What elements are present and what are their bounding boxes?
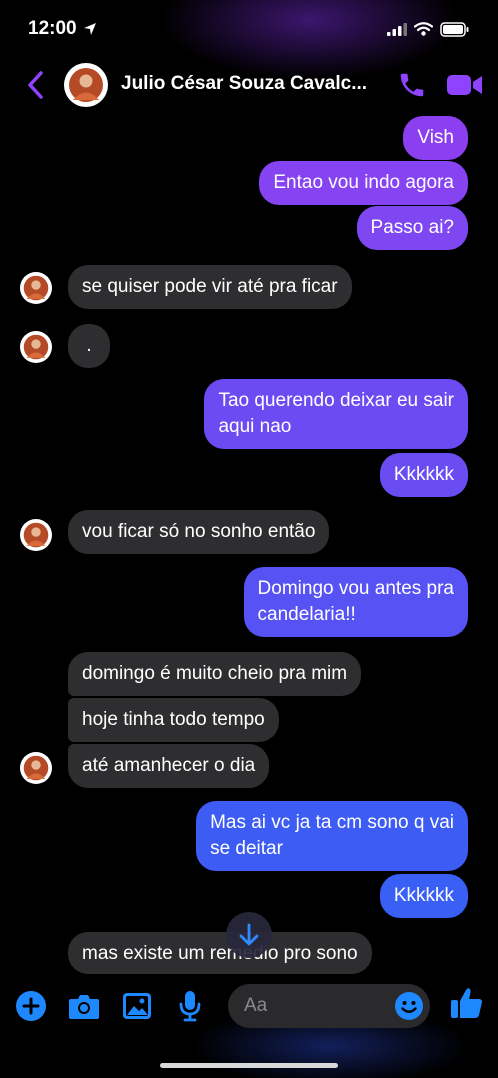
contact-avatar[interactable] [64, 63, 108, 107]
message-incoming[interactable]: se quiser pode vir até pra ficar [68, 265, 352, 309]
status-time: 12:00 [28, 18, 97, 40]
smiley-icon [395, 992, 423, 1020]
like-button[interactable] [450, 986, 484, 1020]
contact-avatar-small[interactable] [20, 519, 52, 551]
image-icon [123, 993, 151, 1019]
camera-icon [69, 995, 99, 1019]
avatar-photo-icon [23, 522, 49, 548]
message-line: se deitar [210, 838, 283, 859]
camera-button[interactable] [67, 989, 101, 1023]
message-incoming[interactable]: . [68, 324, 110, 368]
location-arrow-icon [83, 23, 96, 35]
composer-bar [0, 976, 498, 1078]
cellular-signal-icon [387, 22, 407, 36]
voice-call-button[interactable] [395, 68, 429, 102]
battery-icon [440, 21, 469, 37]
message-incoming[interactable]: hoje tinha todo tempo [68, 698, 279, 742]
contact-avatar-small[interactable] [20, 331, 52, 363]
more-actions-button[interactable] [14, 989, 48, 1023]
arrow-down-icon [239, 923, 259, 946]
message-outgoing[interactable]: Passo ai? [356, 206, 468, 250]
avatar-photo-icon [23, 275, 49, 301]
message-outgoing[interactable]: Tao querendo deixar eu sair aqui nao [204, 379, 468, 449]
message-line: Tao querendo deixar eu sair [218, 390, 454, 411]
back-button[interactable] [20, 68, 50, 102]
avatar-photo-icon [23, 755, 49, 781]
gallery-button[interactable] [120, 989, 154, 1023]
message-outgoing[interactable]: Mas ai vc ja ta cm sono q vai se deitar [196, 801, 468, 871]
message-outgoing[interactable]: Entao vou indo agora [259, 161, 468, 205]
conversation-header: Julio César Souza Cavalc... [0, 58, 498, 112]
thumbs-up-icon [451, 988, 482, 1018]
message-incoming[interactable]: até amanhecer o dia [68, 744, 270, 788]
message-outgoing[interactable]: Domingo vou antes pra candelaria!! [243, 567, 468, 637]
avatar-photo-icon [69, 68, 103, 102]
contact-name[interactable]: Julio César Souza Cavalc... [121, 73, 367, 95]
message-incoming[interactable]: domingo é muito cheio pra mim [68, 652, 362, 696]
time-text: 12:00 [28, 18, 77, 39]
message-outgoing[interactable]: Kkkkkk [379, 453, 468, 497]
contact-avatar-small[interactable] [20, 272, 52, 304]
wifi-icon [414, 22, 433, 36]
status-icons [387, 21, 470, 37]
contact-avatar-small[interactable] [20, 752, 52, 784]
message-outgoing[interactable]: Vish [403, 116, 468, 160]
microphone-icon [179, 991, 201, 1022]
scroll-to-bottom-button[interactable] [226, 912, 272, 958]
plus-circle-icon [16, 991, 46, 1021]
avatar-photo-icon [23, 334, 49, 360]
message-outgoing[interactable]: Kkkkkk [379, 874, 468, 918]
message-line: aqui nao [218, 416, 292, 437]
video-camera-icon [447, 75, 482, 95]
voice-message-button[interactable] [173, 989, 207, 1023]
chevron-left-icon [28, 71, 43, 99]
message-incoming[interactable]: mas existe um remedio pro sono [68, 932, 372, 974]
status-bar: 12:00 [0, 0, 498, 80]
home-indicator [160, 1063, 338, 1068]
message-incoming[interactable]: vou ficar só no sonho então [68, 510, 330, 554]
emoji-button[interactable] [393, 990, 425, 1022]
message-line: Mas ai vc ja ta cm sono q vai [210, 812, 454, 833]
message-line: Domingo vou antes pra [257, 578, 454, 599]
video-call-button[interactable] [446, 70, 484, 100]
message-line: candelaria!! [257, 604, 356, 625]
phone-icon [400, 73, 424, 97]
